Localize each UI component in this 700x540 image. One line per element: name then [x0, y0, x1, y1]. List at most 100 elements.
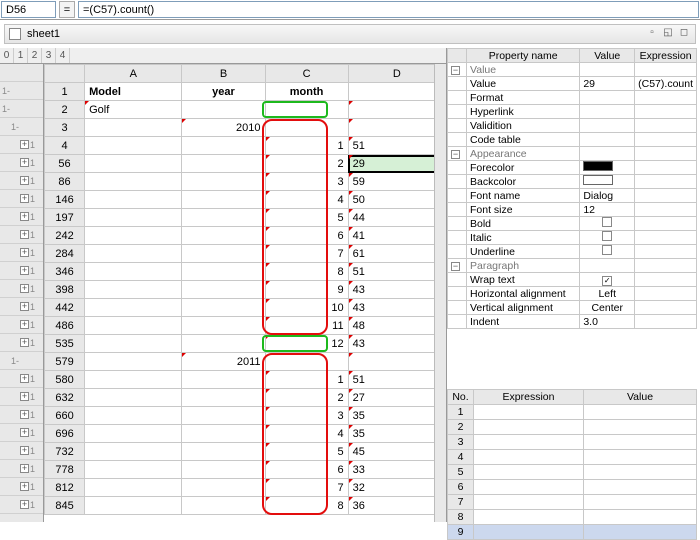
cell[interactable]: [182, 443, 265, 461]
cell[interactable]: [85, 461, 182, 479]
row-header[interactable]: 284: [45, 245, 85, 263]
prop-value[interactable]: [580, 175, 635, 189]
cell[interactable]: [85, 497, 182, 515]
cell[interactable]: [182, 317, 265, 335]
prop-group[interactable]: Value: [467, 63, 580, 77]
prop-key[interactable]: Indent: [467, 315, 580, 329]
prop-key[interactable]: Italic: [467, 231, 580, 245]
cell[interactable]: 4: [265, 425, 348, 443]
cell[interactable]: 4: [265, 191, 348, 209]
cell[interactable]: [182, 425, 265, 443]
cell[interactable]: year: [182, 83, 265, 101]
restore-icon[interactable]: ◱: [661, 27, 675, 41]
expr-row-no[interactable]: 5: [448, 465, 474, 480]
prop-key[interactable]: Backcolor: [467, 175, 580, 189]
expand-icon[interactable]: +: [20, 266, 29, 275]
prop-key[interactable]: Vertical alignment: [467, 301, 580, 315]
cell[interactable]: [85, 479, 182, 497]
cell[interactable]: 12: [265, 335, 348, 353]
prop-value[interactable]: Left: [580, 287, 635, 301]
prop-key[interactable]: Forecolor: [467, 161, 580, 175]
cell[interactable]: 43: [348, 281, 445, 299]
cell[interactable]: 5: [265, 443, 348, 461]
prop-value[interactable]: [580, 161, 635, 175]
cell[interactable]: [182, 479, 265, 497]
cell[interactable]: [85, 227, 182, 245]
cell[interactable]: 50: [348, 191, 445, 209]
cell[interactable]: 2: [265, 155, 348, 173]
expr-cell[interactable]: [474, 480, 584, 495]
cell[interactable]: 2: [265, 389, 348, 407]
cell[interactable]: [182, 155, 265, 173]
cell[interactable]: [85, 245, 182, 263]
checkbox-icon[interactable]: [602, 231, 612, 241]
maximize-icon[interactable]: ◻: [677, 27, 691, 41]
cell[interactable]: 6: [265, 461, 348, 479]
expr-cell[interactable]: [584, 450, 697, 465]
expr-cell[interactable]: [474, 450, 584, 465]
cell[interactable]: [182, 191, 265, 209]
cell[interactable]: [182, 299, 265, 317]
expand-icon[interactable]: +: [20, 500, 29, 509]
cell[interactable]: [348, 101, 445, 119]
cell[interactable]: [182, 461, 265, 479]
expr-cell[interactable]: [584, 495, 697, 510]
cell[interactable]: 9: [265, 281, 348, 299]
row-header[interactable]: 732: [45, 443, 85, 461]
expr-row-no[interactable]: 3: [448, 435, 474, 450]
cell[interactable]: 32: [348, 479, 445, 497]
row-header[interactable]: 1: [45, 83, 85, 101]
expr-row-no[interactable]: 1: [448, 405, 474, 420]
cell[interactable]: [182, 335, 265, 353]
cell[interactable]: [85, 335, 182, 353]
cell[interactable]: Golf: [85, 101, 182, 119]
expand-icon[interactable]: +: [20, 176, 29, 185]
expand-icon[interactable]: +: [20, 212, 29, 221]
expand-icon[interactable]: +: [20, 194, 29, 203]
expr-row-no[interactable]: 6: [448, 480, 474, 495]
cell[interactable]: [265, 353, 348, 371]
cell[interactable]: 2010: [182, 119, 265, 137]
cell[interactable]: 43: [348, 299, 445, 317]
cell[interactable]: [182, 227, 265, 245]
row-header[interactable]: 346: [45, 263, 85, 281]
col-header[interactable]: D: [348, 65, 445, 83]
prop-key[interactable]: Value: [467, 77, 580, 91]
collapse-icon[interactable]: −: [451, 262, 460, 271]
row-header[interactable]: 696: [45, 425, 85, 443]
cell[interactable]: [348, 119, 445, 137]
cell[interactable]: 51: [348, 137, 445, 155]
cell[interactable]: [85, 263, 182, 281]
expand-icon[interactable]: +: [20, 446, 29, 455]
row-header[interactable]: 56: [45, 155, 85, 173]
row-header[interactable]: 535: [45, 335, 85, 353]
spreadsheet-grid[interactable]: A B C D 1 Model year month 2Golf320104: [44, 64, 446, 515]
cell[interactable]: 11: [265, 317, 348, 335]
cell[interactable]: [182, 497, 265, 515]
row-header[interactable]: 4: [45, 137, 85, 155]
cell[interactable]: 36: [348, 497, 445, 515]
cell[interactable]: [85, 191, 182, 209]
row-header[interactable]: 86: [45, 173, 85, 191]
cell[interactable]: 33: [348, 461, 445, 479]
cell[interactable]: 3: [265, 173, 348, 191]
cell[interactable]: 7: [265, 245, 348, 263]
cell[interactable]: 6: [265, 227, 348, 245]
prop-group[interactable]: Paragraph: [467, 259, 580, 273]
col-header[interactable]: A: [85, 65, 182, 83]
cell[interactable]: month: [265, 83, 348, 101]
cell[interactable]: [85, 389, 182, 407]
expr-cell[interactable]: [584, 480, 697, 495]
expr-cell[interactable]: [474, 405, 584, 420]
row-header[interactable]: 579: [45, 353, 85, 371]
cell[interactable]: [182, 281, 265, 299]
expr-row-no[interactable]: 2: [448, 420, 474, 435]
prop-key[interactable]: Horizontal alignment: [467, 287, 580, 301]
expand-icon[interactable]: +: [20, 338, 29, 347]
row-header[interactable]: 778: [45, 461, 85, 479]
prop-value[interactable]: [580, 231, 635, 245]
cell[interactable]: [182, 371, 265, 389]
col-header[interactable]: C: [265, 65, 348, 83]
expand-icon[interactable]: +: [20, 158, 29, 167]
row-header[interactable]: 486: [45, 317, 85, 335]
